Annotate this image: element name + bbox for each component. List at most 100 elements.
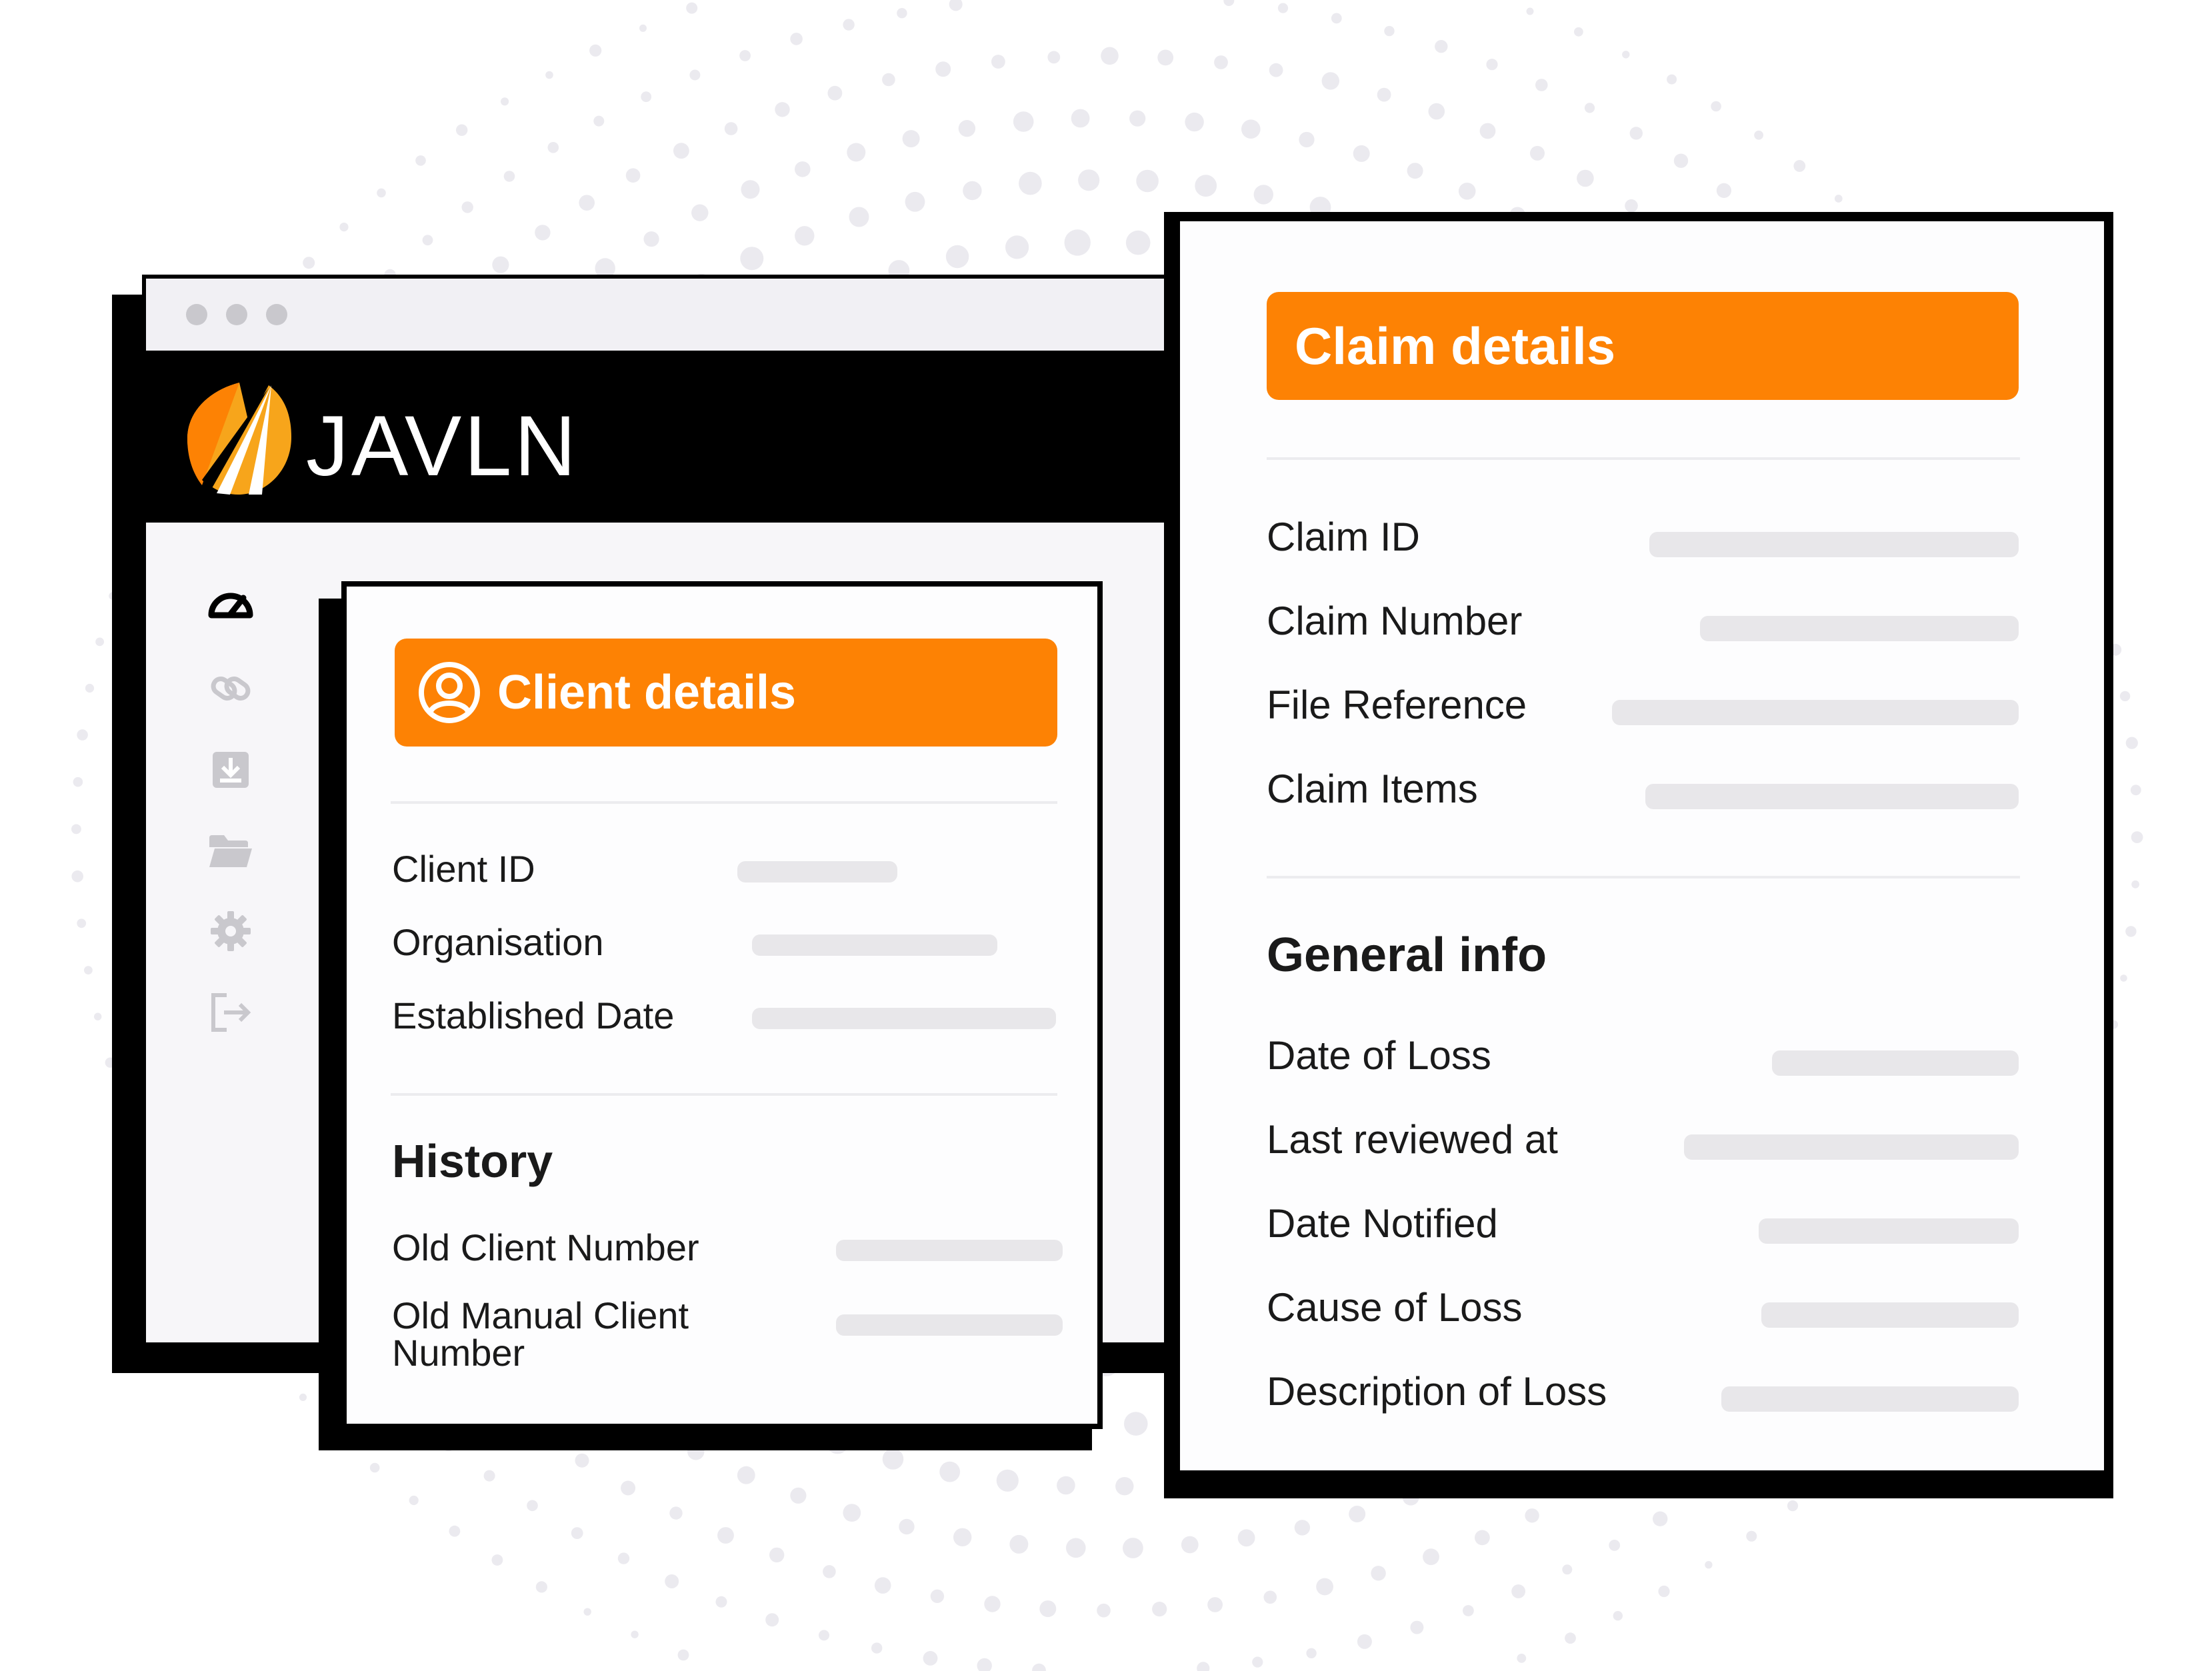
background-dot [1124, 1412, 1148, 1436]
background-dot [2120, 974, 2127, 982]
background-dot [1562, 1564, 1573, 1575]
background-dot [715, 1596, 727, 1608]
date-of-loss-label: Date of Loss [1267, 1033, 1491, 1078]
background-dot [1185, 112, 1204, 132]
background-dot [741, 180, 760, 199]
logout-icon[interactable] [206, 988, 255, 1037]
background-dot [1241, 119, 1261, 139]
window-control-dot[interactable] [226, 304, 247, 325]
background-dot [483, 1470, 495, 1482]
background-dot [905, 191, 925, 212]
background-dot [669, 1506, 683, 1520]
background-dot [1306, 1648, 1317, 1658]
background-dot [1101, 47, 1119, 65]
background-dot [1136, 169, 1159, 193]
background-dot [527, 1500, 538, 1512]
background-dot [1157, 49, 1174, 66]
background-dot [625, 168, 641, 183]
background-dot [1629, 127, 1643, 140]
background-dot [1237, 1529, 1255, 1547]
link-icon[interactable] [206, 664, 255, 713]
background-dot [775, 102, 790, 117]
background-dot [535, 225, 551, 241]
app-header [146, 351, 1178, 523]
background-dot [899, 1518, 915, 1535]
gear-icon[interactable] [206, 906, 255, 956]
background-dot [1746, 1530, 1757, 1542]
claim-id-value [1649, 532, 2019, 557]
claim-number-label: Claim Number [1267, 599, 1523, 643]
background-dot [583, 1608, 591, 1616]
background-dot [2131, 880, 2140, 888]
background-dot [945, 245, 969, 269]
background-dot [1057, 1476, 1075, 1495]
background-dot [996, 1469, 1019, 1492]
background-dot [641, 91, 652, 103]
folder-icon[interactable] [206, 827, 255, 876]
background-dot [958, 120, 976, 137]
background-dot [1613, 1611, 1623, 1621]
background-dot [1705, 1561, 1713, 1569]
background-dot [1384, 25, 1395, 37]
background-dot [303, 257, 315, 269]
old-manual-client-number-label: Old Manual Client Number [392, 1294, 689, 1374]
background-dot [71, 870, 83, 882]
background-dot [847, 143, 866, 162]
background-dot [339, 223, 349, 232]
background-dot [673, 143, 689, 159]
background-dot [1005, 235, 1029, 259]
background-dot [1032, 1663, 1046, 1671]
background-dot [984, 1596, 1001, 1612]
background-dot [724, 122, 738, 135]
background-dot [1410, 1620, 1424, 1634]
background-dot [823, 1565, 836, 1578]
background-dot [739, 50, 751, 61]
general-info-heading: General info [1267, 928, 1547, 982]
last-reviewed-at-label: Last reviewed at [1267, 1117, 1558, 1162]
background-dot [1834, 195, 1843, 203]
client-details-title: Client details [497, 666, 797, 719]
background-dot [571, 1527, 583, 1540]
background-dot [1316, 1578, 1333, 1596]
background-dot [422, 235, 433, 246]
background-dot [1349, 1506, 1366, 1522]
background-dot [1207, 1597, 1223, 1612]
brand-name: JAVLN [306, 399, 579, 494]
background-dot [501, 97, 509, 106]
background-dot [677, 1649, 689, 1661]
background-dot [1565, 1632, 1576, 1644]
background-dot [882, 1448, 904, 1470]
background-dot [94, 1012, 102, 1020]
background-dot [547, 142, 559, 153]
cause-of-loss-label: Cause of Loss [1267, 1285, 1523, 1330]
background-dot [686, 2, 698, 14]
background-dot [1223, 0, 1235, 6]
background-dot [1125, 230, 1151, 255]
background-dot [492, 256, 509, 273]
background-dot [935, 61, 951, 77]
download-icon[interactable] [206, 745, 255, 795]
background-dot [1066, 1538, 1086, 1558]
background-dot [740, 247, 764, 271]
window-control-dot[interactable] [186, 304, 207, 325]
background-dot [1299, 131, 1315, 148]
background-dot [1071, 109, 1090, 128]
background-dot [1625, 199, 1638, 213]
background-dot [95, 637, 105, 647]
background-dot [882, 73, 895, 87]
last-reviewed-at-value [1684, 1134, 2019, 1160]
background-dot [1115, 1477, 1134, 1496]
background-dot [83, 966, 93, 974]
background-dot [1609, 1540, 1621, 1551]
background-dot [579, 195, 595, 211]
background-dot [1435, 39, 1448, 53]
client-id-label: Client ID [392, 848, 535, 890]
background-dot [902, 130, 920, 148]
background-dot [1047, 51, 1061, 64]
dashboard-gauge-icon[interactable] [206, 579, 255, 628]
background-dot [953, 1528, 972, 1546]
client-details-card: Client details Client ID Organisation Es… [341, 581, 1103, 1429]
background-dot [2131, 831, 2143, 843]
window-control-dot[interactable] [266, 304, 287, 325]
background-dot [1277, 3, 1289, 13]
